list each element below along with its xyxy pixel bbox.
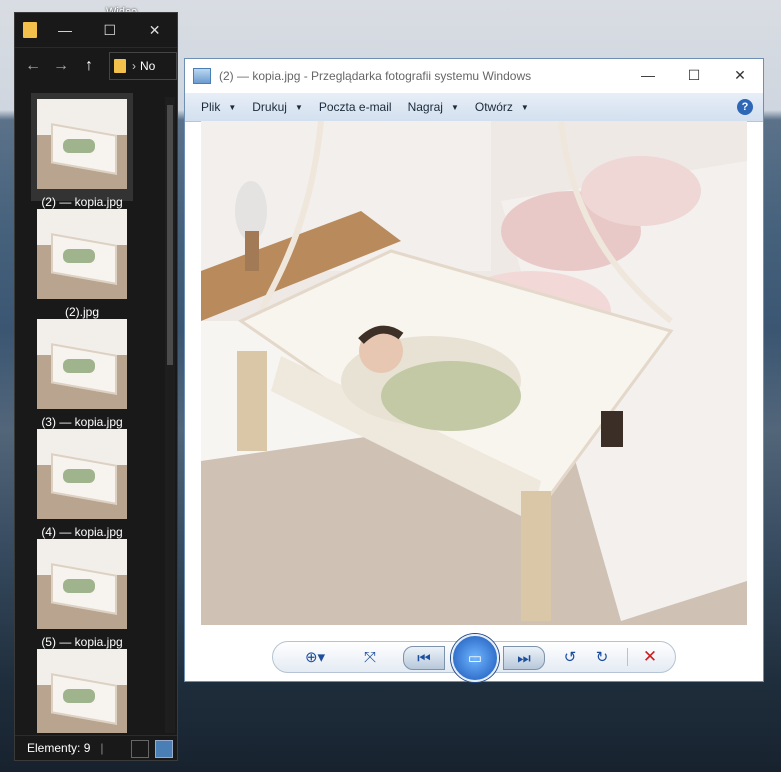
file-thumbnail <box>37 319 127 409</box>
file-thumbnail <box>37 429 127 519</box>
previous-icon[interactable]: ⏮ <box>403 646 445 670</box>
maximize-button[interactable]: ☐ <box>87 13 132 47</box>
rotate-left-icon[interactable]: ↺ <box>557 642 583 672</box>
large-icons-view-icon[interactable] <box>155 740 173 758</box>
details-view-icon[interactable] <box>131 740 149 758</box>
status-separator: | <box>100 741 104 755</box>
maximize-button[interactable]: ☐ <box>671 59 717 91</box>
file-item[interactable]: (5) — kopia.jpg <box>31 533 133 649</box>
menu-otworz[interactable]: Otwórz ▼ <box>467 100 537 114</box>
photo-viewer-window: (2) — kopia.jpg - Przeglądarka fotografi… <box>184 58 764 682</box>
close-button[interactable]: ✕ <box>132 13 177 47</box>
menu-label: Otwórz <box>474 100 513 114</box>
next-icon[interactable]: ⏭ <box>503 646 545 670</box>
folder-icon <box>23 22 37 38</box>
file-explorer-window: — ☐ ✕ ← → ↑ › No (2) — kopia.jpg (2).jpg… <box>14 12 178 761</box>
delete-icon[interactable]: ✕ <box>635 642 665 672</box>
forward-button[interactable]: → <box>47 57 75 75</box>
help-icon[interactable]: ? <box>737 99 753 115</box>
scrollbar-thumb[interactable] <box>167 105 173 365</box>
caret-down-icon: ▼ <box>520 102 529 112</box>
address-bar[interactable]: › No <box>109 52 177 80</box>
file-list: (2) — kopia.jpg (2).jpg (3) — kopia.jpg … <box>15 91 162 733</box>
file-item[interactable]: (3) — kopia.jpg <box>31 313 133 429</box>
viewer-menu-bar: Plik ▼ Drukuj ▼ Poczta e-mail Nagraj ▼ O… <box>185 93 763 122</box>
toolbar-divider <box>627 648 628 666</box>
menu-plik[interactable]: Plik ▼ <box>193 100 244 114</box>
menu-nagraj[interactable]: Nagraj ▼ <box>400 100 467 114</box>
folder-icon <box>114 59 126 73</box>
item-count: Elementy: 9 <box>27 741 91 755</box>
minimize-button[interactable]: — <box>43 13 88 47</box>
caret-down-icon: ▼ <box>450 102 459 112</box>
menu-label: Drukuj <box>252 100 287 114</box>
explorer-status-bar: Elementy: 9 | <box>15 735 177 760</box>
minimize-button[interactable]: — <box>625 59 671 91</box>
viewer-toolbar: ⊕▾ ⤧ ⏮ ▭ ⏭ ↺ ↻ ✕ <box>272 634 676 682</box>
menu-label: Poczta e-mail <box>318 100 392 114</box>
explorer-titlebar: — ☐ ✕ <box>15 13 177 47</box>
photo-image <box>201 121 747 625</box>
rotate-right-icon[interactable]: ↻ <box>589 642 615 672</box>
window-title: (2) — kopia.jpg - Przeglądarka fotografi… <box>219 69 532 83</box>
fit-icon[interactable]: ⤧ <box>355 642 385 672</box>
file-thumbnail <box>37 209 127 299</box>
back-button[interactable]: ← <box>19 57 47 75</box>
menu-label: Nagraj <box>407 100 443 114</box>
caret-down-icon: ▼ <box>228 102 237 112</box>
file-item[interactable]: (2) — kopia.jpg <box>31 93 133 209</box>
explorer-nav-bar: ← → ↑ › No <box>15 47 177 84</box>
file-item[interactable]: (4) — kopia.jpg <box>31 423 133 539</box>
file-thumbnail <box>37 539 127 629</box>
file-thumbnail <box>37 649 127 733</box>
slideshow-icon[interactable]: ▭ <box>451 634 499 682</box>
photo-viewer-icon <box>193 68 211 84</box>
caret-down-icon: ▼ <box>294 102 303 112</box>
address-text: No <box>140 59 156 73</box>
explorer-scrollbar[interactable] <box>165 97 175 733</box>
up-button[interactable]: ↑ <box>75 57 103 75</box>
file-item[interactable]: (2).jpg <box>31 203 133 319</box>
menu-drukuj[interactable]: Drukuj ▼ <box>244 100 311 114</box>
menu-label: Plik <box>201 100 221 114</box>
file-thumbnail <box>37 99 127 189</box>
close-button[interactable]: ✕ <box>717 59 763 91</box>
menu-poczta-email[interactable]: Poczta e-mail <box>311 100 400 114</box>
photo-display <box>201 121 747 625</box>
zoom-icon[interactable]: ⊕▾ <box>295 642 335 672</box>
file-item[interactable] <box>31 643 133 733</box>
chevron-right-icon: › <box>132 59 136 73</box>
